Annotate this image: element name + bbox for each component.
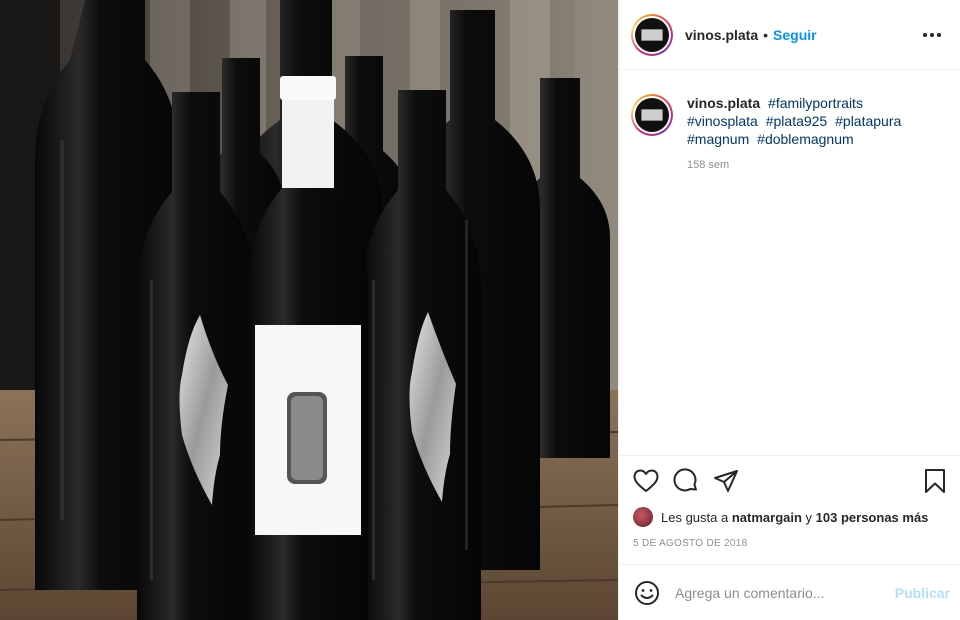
- comment-icon[interactable]: [673, 464, 707, 498]
- avatar[interactable]: [631, 13, 673, 56]
- likes-others-link[interactable]: 103 personas más: [816, 510, 929, 525]
- likes-connector: y: [805, 509, 813, 525]
- likes-prefix: Les gusta a: [661, 509, 729, 525]
- hashtag[interactable]: #magnum: [687, 131, 749, 147]
- heart-icon[interactable]: [633, 464, 667, 498]
- bookmark-icon[interactable]: [918, 464, 952, 498]
- hashtag[interactable]: #platapura: [835, 113, 901, 129]
- wine-bottles-photo: [0, 0, 618, 620]
- caption-avatar[interactable]: [631, 94, 673, 136]
- separator-dot: •: [763, 26, 769, 43]
- liker-username[interactable]: natmargain: [732, 510, 802, 525]
- follow-button[interactable]: Seguir: [773, 27, 817, 43]
- add-comment-bar: Publicar: [619, 564, 960, 620]
- instagram-post-modal: vinos.plata • Seguir vinos.plata #family…: [0, 0, 960, 620]
- silver-plaque-logo: [641, 28, 663, 41]
- caption-username[interactable]: vinos.plata: [687, 95, 760, 111]
- more-horizontal-icon[interactable]: [918, 25, 946, 45]
- hashtag[interactable]: #plata925: [766, 113, 828, 129]
- hashtag[interactable]: #familyportraits: [768, 95, 863, 111]
- silver-plaque-logo: [641, 109, 663, 121]
- action-bar: [633, 456, 946, 506]
- liker-avatar[interactable]: [633, 507, 653, 527]
- caption-time[interactable]: 158 sem: [687, 156, 917, 174]
- likes-summary: Les gusta a natmargain y 103 personas má…: [633, 506, 946, 528]
- caption-area: vinos.plata #familyportraits #vinosplata…: [619, 70, 960, 455]
- comment-input[interactable]: [675, 584, 887, 601]
- post-header: vinos.plata • Seguir: [619, 0, 960, 70]
- share-icon[interactable]: [713, 464, 747, 498]
- post-photo[interactable]: [0, 0, 618, 620]
- hashtag[interactable]: #doblemagnum: [757, 131, 854, 147]
- publish-button[interactable]: Publicar: [895, 585, 950, 601]
- post-side-panel: vinos.plata • Seguir vinos.plata #family…: [618, 0, 960, 620]
- actions-section: Les gusta a natmargain y 103 personas má…: [619, 455, 960, 552]
- emoji-icon[interactable]: [633, 579, 661, 607]
- post-date[interactable]: 5 DE AGOSTO DE 2018: [633, 538, 946, 552]
- hashtag[interactable]: #vinosplata: [687, 113, 758, 129]
- caption: vinos.plata #familyportraits #vinosplata…: [687, 94, 917, 455]
- avatar-image: [635, 17, 669, 52]
- header-username[interactable]: vinos.plata: [685, 27, 758, 43]
